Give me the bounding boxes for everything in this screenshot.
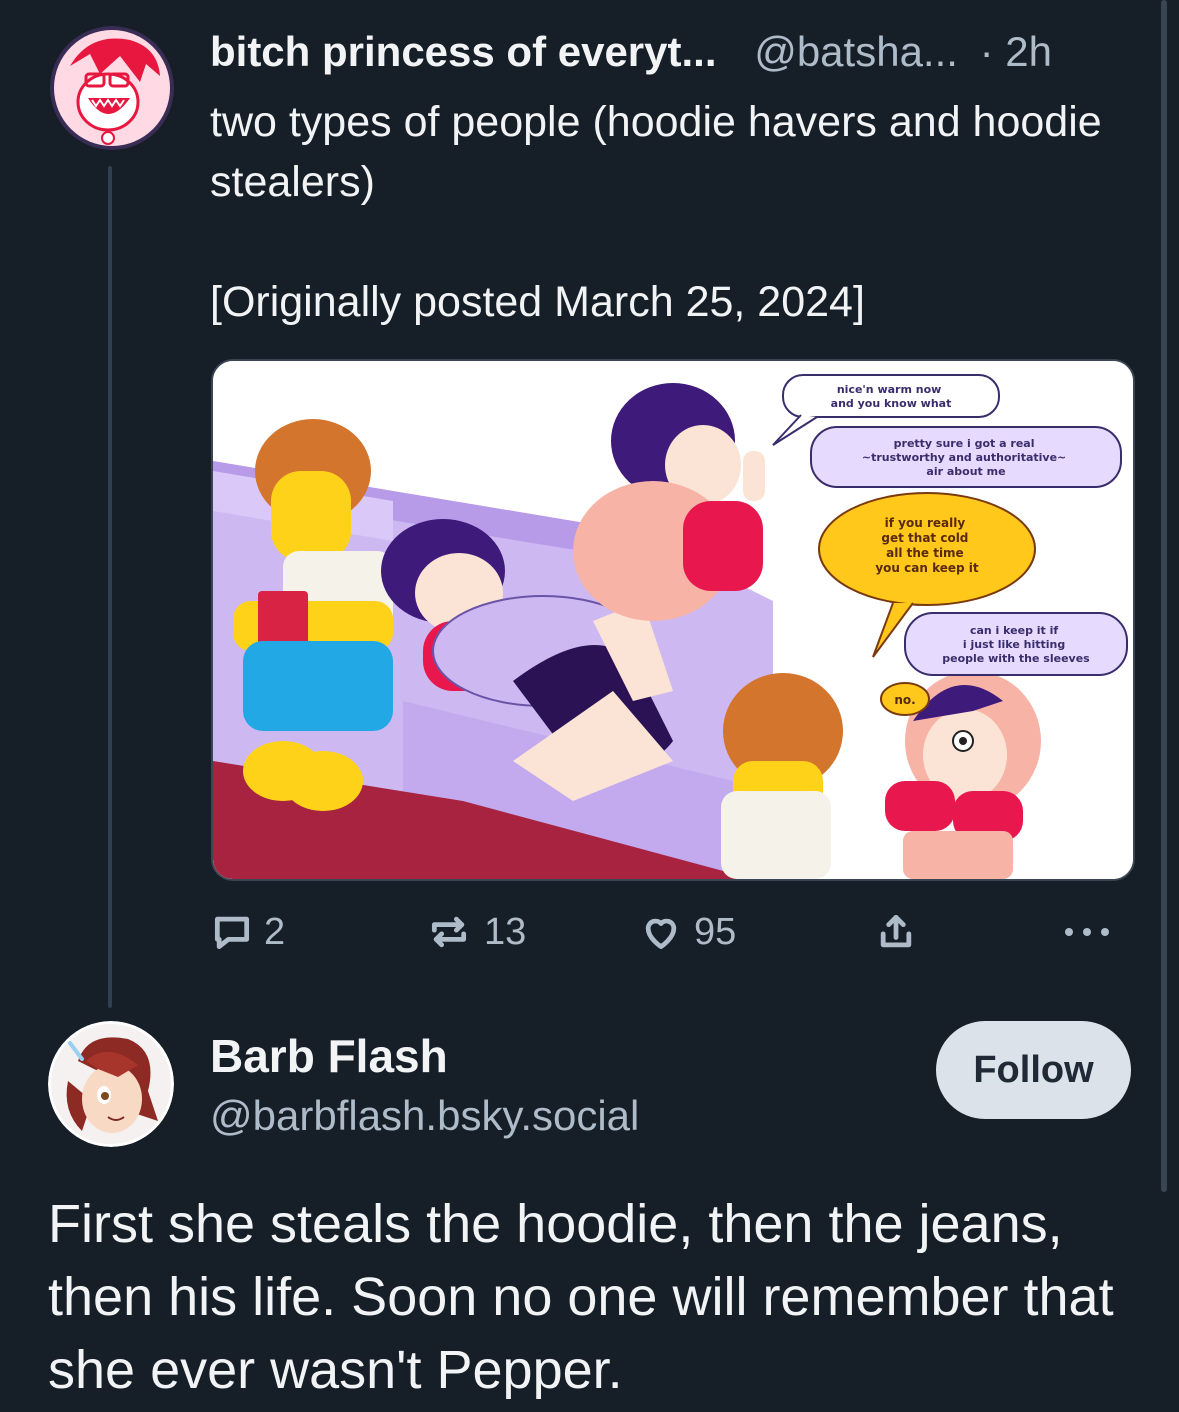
comic-bubble-2-line-3: air about me (926, 465, 1005, 478)
post-time[interactable]: · 2h (980, 28, 1052, 75)
svg-text:nice'n warm now and you: nice'n warm now and you know what (831, 383, 952, 410)
repost-count: 13 (484, 910, 527, 953)
like-count: 95 (694, 910, 737, 953)
comic-bubble-1-line-2: and you know what (831, 397, 952, 410)
comic-bubble-5: no. (894, 693, 915, 707)
comic-bubble-3-line-1: if you really (885, 516, 966, 530)
reply-author-avatar[interactable] (48, 1021, 174, 1147)
comic-bubble-2-line-1: pretty sure i got a real (894, 437, 1035, 450)
comic-bubble-4-line-3: people with the sleeves (942, 652, 1090, 665)
post-header: bitch princess of everyt... @batsha... ·… (210, 26, 1052, 78)
reply-button[interactable]: 2 (210, 904, 285, 960)
post-author-handle[interactable]: @batsha... (754, 28, 958, 75)
like-button[interactable]: 95 (638, 904, 736, 960)
comic-bubble-3-line-2: get that cold (881, 531, 968, 545)
follow-button[interactable]: Follow (936, 1021, 1131, 1119)
reply-text: First she steals the hoodie, then the je… (48, 1194, 1114, 1400)
scrollbar[interactable] (1161, 0, 1167, 1192)
reply-author-handle[interactable]: @barbflash.bsky.social (210, 1090, 639, 1142)
more-icon (1065, 928, 1109, 936)
comic-bubble-2-line-2: ~trustworthy and authoritative~ (862, 451, 1066, 464)
like-icon (645, 918, 677, 950)
thread-line (108, 166, 112, 1008)
comic-bubble-3-line-3: all the time (886, 546, 964, 560)
more-options-button[interactable] (1060, 904, 1114, 960)
repost-button[interactable]: 13 (424, 904, 526, 960)
comic-bubble-3-line-4: you can keep it (875, 561, 979, 575)
repost-icon (431, 916, 467, 948)
comic-bubble-4-line-2: i just like hitting (963, 638, 1065, 651)
reply-count: 2 (264, 910, 286, 953)
post-author-avatar[interactable] (50, 26, 174, 150)
svg-text:if you really get that c: if you really get that cold all the time… (875, 516, 979, 575)
reply-author-name[interactable]: Barb Flash (210, 1028, 448, 1084)
post-text: two types of people (hoodie havers and h… (210, 98, 1102, 326)
share-button[interactable] (874, 904, 918, 960)
share-icon (880, 914, 912, 948)
reply-icon (214, 916, 250, 950)
post-image[interactable]: nice'n warm now and you know what pretty… (211, 359, 1135, 881)
post-author-name[interactable]: bitch princess of everyt... (210, 28, 717, 75)
comic-bubble-4-line-1: can i keep it if (970, 624, 1058, 637)
comic-bubble-1-line-1: nice'n warm now (837, 383, 941, 396)
